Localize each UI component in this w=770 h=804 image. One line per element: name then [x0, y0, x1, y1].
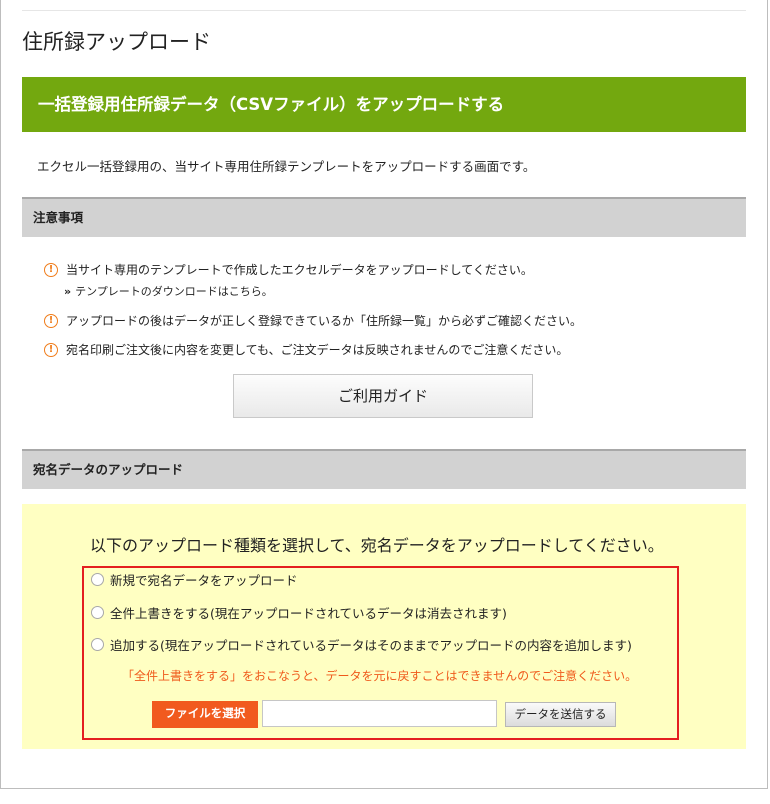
- notice-text: 宛名印刷ご注文後に内容を変更しても、ご注文データは反映されませんのでご注意くださ…: [66, 343, 569, 357]
- notice-text: アップロードの後はデータが正しく登録できているか「住所録一覧」から必ずご確認くだ…: [66, 314, 583, 328]
- notes-section-header: 注意事項: [22, 197, 746, 237]
- page-title: 住所録アップロード: [22, 30, 211, 54]
- template-download-text[interactable]: テンプレートのダウンロードはこちら。: [75, 285, 273, 298]
- radio-button[interactable]: [91, 638, 104, 651]
- notice-item: ! 宛名印刷ご注文後に内容を変更しても、ご注文データは反映されませんのでご注意く…: [44, 341, 568, 358]
- upload-section-header: 宛名データのアップロード: [22, 449, 746, 489]
- notice-item: ! アップロードの後はデータが正しく登録できているか「住所録一覧」から必ずご確認…: [44, 312, 582, 329]
- overwrite-warning: 「全件上書きをする」をおこなうと、データを元に戻すことはできませんのでご注意くだ…: [122, 669, 638, 683]
- page-description: エクセル一括登録用の、当サイト専用住所録テンプレートをアップロードする画面です。: [37, 159, 536, 174]
- radio-button[interactable]: [91, 573, 104, 586]
- radio-label[interactable]: 新規で宛名データをアップロード: [110, 570, 298, 589]
- exclamation-circle-icon: !: [44, 342, 58, 357]
- file-name-field[interactable]: [262, 700, 497, 727]
- choose-file-button[interactable]: ファイルを選択: [152, 701, 258, 728]
- radio-label[interactable]: 追加する(現在アップロードされているデータはそのままでアップロードの内容を追加し…: [110, 635, 632, 654]
- radio-option-new[interactable]: 新規で宛名データをアップロード: [91, 570, 298, 589]
- radio-option-overwrite[interactable]: 全件上書きをする(現在アップロードされているデータは消去されます): [91, 603, 507, 622]
- submit-data-button[interactable]: データを送信する: [505, 702, 616, 727]
- radio-label[interactable]: 全件上書きをする(現在アップロードされているデータは消去されます): [110, 603, 507, 622]
- exclamation-circle-icon: !: [44, 313, 58, 328]
- notice-item: ! 当サイト専用のテンプレートで作成したエクセルデータをアップロードしてください…: [44, 261, 533, 278]
- double-chevron-right-icon: »: [64, 285, 72, 298]
- radio-button[interactable]: [91, 606, 104, 619]
- notice-text: 当サイト専用のテンプレートで作成したエクセルデータをアップロードしてください。: [66, 263, 533, 277]
- top-divider: [22, 10, 746, 11]
- upload-banner: 一括登録用住所録データ（CSVファイル）をアップロードする: [22, 77, 746, 132]
- exclamation-circle-icon: !: [44, 262, 58, 277]
- radio-option-append[interactable]: 追加する(現在アップロードされているデータはそのままでアップロードの内容を追加し…: [91, 635, 632, 654]
- upload-instruction: 以下のアップロード種類を選択して、宛名データをアップロードしてください。: [90, 536, 664, 555]
- usage-guide-button[interactable]: ご利用ガイド: [233, 374, 533, 418]
- template-download-link[interactable]: » テンプレートのダウンロードはこちら。: [64, 283, 273, 299]
